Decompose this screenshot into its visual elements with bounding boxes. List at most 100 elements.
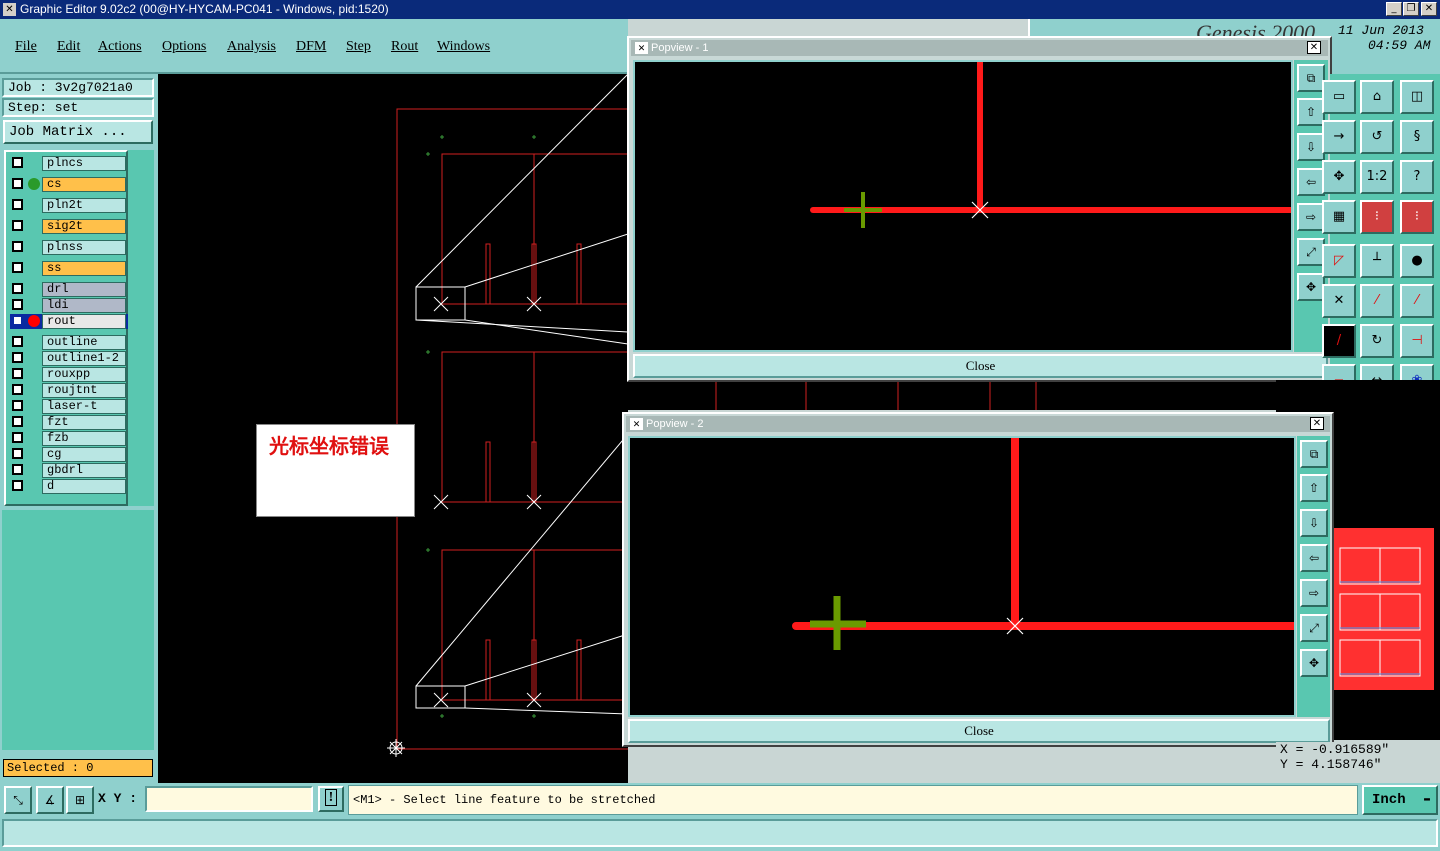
popview-1-close-button[interactable]: Close [633, 354, 1328, 378]
layer-checkbox[interactable] [12, 416, 23, 427]
popview-pan-down-icon[interactable]: ⇩ [1300, 509, 1328, 537]
menu-options[interactable]: Options [162, 39, 206, 55]
layer-row-laser-t[interactable]: laser-t [10, 399, 128, 414]
layer-checkbox[interactable] [12, 352, 23, 363]
popview-1-close-icon[interactable]: ✕ [1307, 41, 1321, 54]
popview-zoom-fit-icon[interactable]: ⧉ [1300, 440, 1328, 468]
tool-arrow-icon[interactable]: → [1322, 120, 1356, 154]
popview-zoom-in-icon[interactable]: ⤢ [1300, 614, 1328, 642]
menu-file[interactable]: File [15, 39, 37, 55]
popview-zoom-in-icon[interactable]: ⤢ [1297, 238, 1325, 266]
popview-2-canvas[interactable] [628, 436, 1296, 717]
tool-rotate-icon[interactable]: ↻ [1360, 324, 1394, 358]
popview-zoom-out-icon[interactable]: ✥ [1300, 649, 1328, 677]
layer-checkbox[interactable] [12, 432, 23, 443]
layer-row-rout[interactable]: rout [10, 314, 128, 329]
minimize-button[interactable]: _ [1386, 2, 1402, 16]
layer-checkbox[interactable] [12, 262, 23, 273]
layer-checkbox[interactable] [12, 220, 23, 231]
layer-checkbox[interactable] [12, 178, 23, 189]
tool-line-red2-icon[interactable]: ⁄ [1400, 284, 1434, 318]
layer-row-pln2t[interactable]: pln2t [10, 198, 128, 213]
tool-snap-red-icon[interactable]: ⁝ [1360, 200, 1394, 234]
popview-pan-left-icon[interactable]: ⇦ [1297, 168, 1325, 196]
tool-select-red-icon[interactable]: ◸ [1322, 244, 1356, 278]
layer-checkbox[interactable] [12, 283, 23, 294]
layer-row-gbdrl[interactable]: gbdrl [10, 463, 128, 478]
layer-checkbox[interactable] [12, 157, 23, 168]
tool-slash-icon[interactable]: / [1322, 324, 1356, 358]
layer-row-sig2t[interactable]: sig2t [10, 219, 128, 234]
layer-checkbox[interactable] [12, 384, 23, 395]
xy-input[interactable] [145, 786, 313, 812]
tool-help-icon[interactable]: ? [1400, 160, 1434, 194]
layer-row-outline1-2[interactable]: outline1-2 [10, 351, 128, 366]
tool-dot-icon[interactable]: ● [1400, 244, 1434, 278]
popview-1-canvas[interactable] [633, 60, 1293, 352]
tool-line-red-icon[interactable]: ⁄ [1360, 284, 1394, 318]
layer-checkbox[interactable] [12, 448, 23, 459]
layer-checkbox[interactable] [12, 299, 23, 310]
tool-snap-red2-icon[interactable]: ⁝ [1400, 200, 1434, 234]
layer-checkbox[interactable] [12, 199, 23, 210]
popview-pan-up-icon[interactable]: ⇧ [1300, 474, 1328, 502]
tool-home-icon[interactable]: ⌂ [1360, 80, 1394, 114]
layer-row-outline[interactable]: outline [10, 335, 128, 350]
layer-row-roujtnt[interactable]: roujtnt [10, 383, 128, 398]
job-matrix-button[interactable]: Job Matrix ... [3, 120, 153, 144]
tool-move-icon[interactable]: ✥ [1322, 160, 1356, 194]
angle-tool-icon[interactable]: ∡ [36, 786, 64, 814]
layer-row-cs[interactable]: cs [10, 177, 128, 192]
menu-dfm[interactable]: DFM [296, 39, 326, 55]
layer-row-plncs[interactable]: plncs [10, 156, 128, 171]
tool-undo-frame-icon[interactable]: ↺ [1360, 120, 1394, 154]
unit-selector[interactable]: Inch ▬ [1362, 785, 1438, 815]
menu-actions[interactable]: Actions [98, 39, 142, 55]
menu-rout[interactable]: Rout [391, 39, 418, 55]
menu-step[interactable]: Step [346, 39, 371, 55]
layer-row-drl[interactable]: drl [10, 282, 128, 297]
layer-row-fzb[interactable]: fzb [10, 431, 128, 446]
close-window-button[interactable]: ✕ [1421, 2, 1437, 16]
menu-windows[interactable]: Windows [437, 39, 490, 55]
popview-zoom-fit-icon[interactable]: ⧉ [1297, 64, 1325, 92]
tool-grid-icon[interactable]: ▦ [1322, 200, 1356, 234]
layer-row-cg[interactable]: cg [10, 447, 128, 462]
tool-mirror-icon[interactable]: ⊣ [1400, 324, 1434, 358]
tool-ruler-icon[interactable]: ┴ [1360, 244, 1394, 278]
restore-button[interactable]: ❐ [1403, 2, 1419, 16]
layer-row-rouxpp[interactable]: rouxpp [10, 367, 128, 382]
layer-checkbox[interactable] [12, 336, 23, 347]
layer-checkbox[interactable] [12, 480, 23, 491]
layer-checkbox[interactable] [12, 241, 23, 252]
menu-edit[interactable]: Edit [57, 39, 80, 55]
tool-cross-icon[interactable]: ✕ [1322, 284, 1356, 318]
popview-pan-right-icon[interactable]: ⇨ [1300, 579, 1328, 607]
layer-row-ldi[interactable]: ldi [10, 298, 128, 313]
stretch-tool-icon[interactable]: ⤡ [4, 786, 32, 814]
popview-pan-left-icon[interactable]: ⇦ [1300, 544, 1328, 572]
graphic-canvas[interactable]: 光标坐标错误 [158, 74, 628, 786]
layer-row-fzt[interactable]: fzt [10, 415, 128, 430]
layer-checkbox[interactable] [12, 400, 23, 411]
grid-tool-icon[interactable]: ⊞ [66, 786, 94, 814]
tool-window-icon[interactable]: ▭ [1322, 80, 1356, 114]
popview-2-close-icon[interactable]: ✕ [1310, 417, 1324, 430]
tool-scale-icon[interactable]: 1:2 [1360, 160, 1394, 194]
tool-panel-icon[interactable]: ◫ [1400, 80, 1434, 114]
info-button[interactable]: ! [318, 786, 344, 812]
layer-row-ss[interactable]: ss [10, 261, 128, 276]
layer-checkbox[interactable] [12, 464, 23, 475]
tool-snake-icon[interactable]: § [1400, 120, 1434, 154]
popview-1-titlebar: ✕ Popview - 1 ✕ [631, 40, 1328, 56]
layer-checkbox[interactable] [12, 368, 23, 379]
layer-row-d[interactable]: d [10, 479, 128, 494]
popview-2-close-button[interactable]: Close [628, 719, 1330, 743]
popview-pan-up-icon[interactable]: ⇧ [1297, 98, 1325, 126]
layer-checkbox[interactable] [12, 315, 23, 326]
popview-pan-right-icon[interactable]: ⇨ [1297, 203, 1325, 231]
menu-analysis[interactable]: Analysis [227, 39, 276, 55]
layer-row-plnss[interactable]: plnss [10, 240, 128, 255]
popview-pan-down-icon[interactable]: ⇩ [1297, 133, 1325, 161]
popview-zoom-out-icon[interactable]: ✥ [1297, 273, 1325, 301]
